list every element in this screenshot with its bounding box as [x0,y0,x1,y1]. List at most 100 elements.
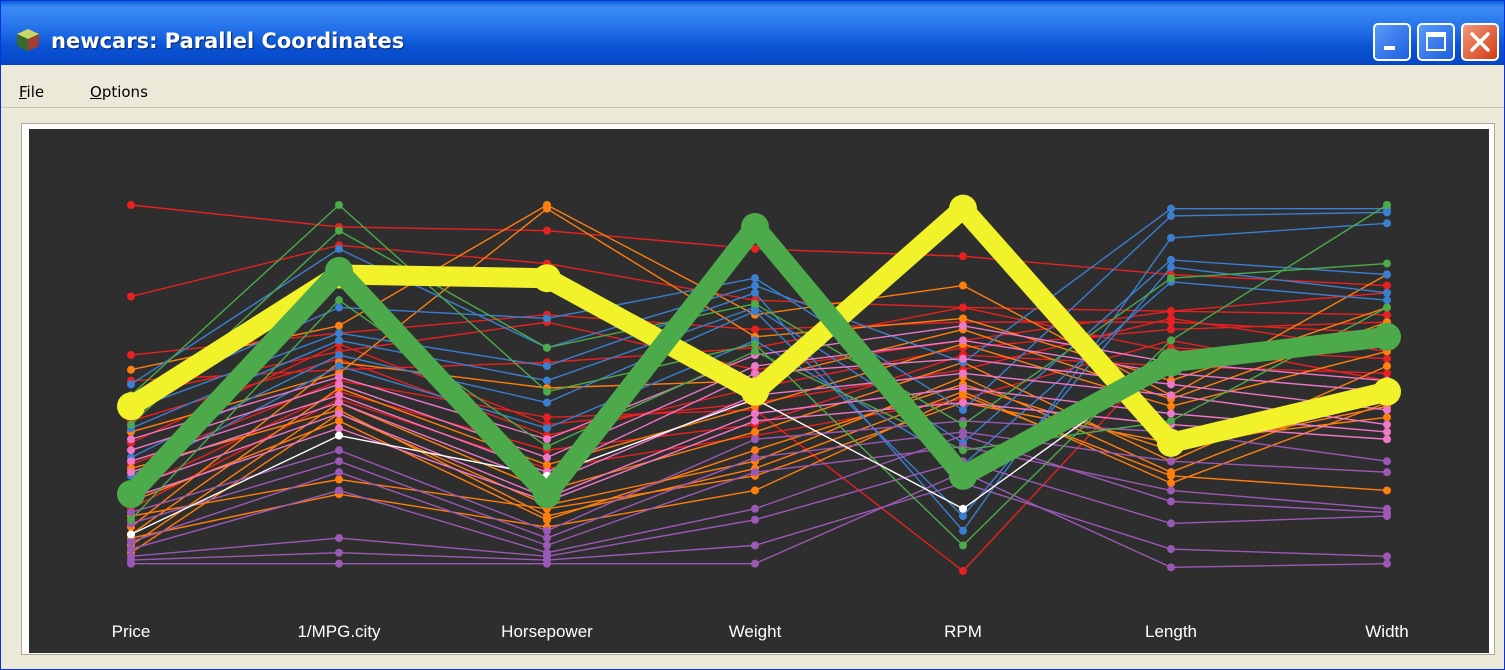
series-point-40-3[interactable] [751,299,759,308]
series-point-28-4[interactable] [959,354,967,363]
series-point-0-2[interactable] [543,226,551,235]
series-point-22-1[interactable] [335,329,343,338]
series-point-24-6[interactable] [1383,288,1391,297]
series-point-4-6[interactable] [1383,310,1391,319]
series-point-3-4[interactable] [959,303,967,312]
series-point-18-6[interactable] [1383,413,1391,422]
series-point-26-1[interactable] [335,373,343,382]
series-point-23-6[interactable] [1383,270,1391,279]
series-point-34-1[interactable] [335,468,343,477]
highlighted-point-1-2[interactable] [533,480,561,509]
series-point-31-1[interactable] [335,424,343,433]
series-point-41-6[interactable] [1383,303,1391,312]
series-point-32-1[interactable] [335,446,343,455]
series-point-22-2[interactable] [543,362,551,371]
highlighted-point-1-4[interactable] [949,461,977,490]
highlighted-point-0-5[interactable] [1157,428,1185,457]
series-point-37-3[interactable] [751,541,759,550]
series-point-40-6[interactable] [1383,259,1391,268]
series-point-25-2[interactable] [543,424,551,433]
series-point-37-1[interactable] [335,548,343,557]
series-point-24-3[interactable] [751,307,759,316]
series-point-16-5[interactable] [1167,479,1175,488]
series-point-38-0[interactable] [127,559,135,568]
highlighted-point-0-3[interactable] [741,377,769,406]
series-point-10-4[interactable] [959,281,967,290]
series-point-40-0[interactable] [127,420,135,429]
minimize-button[interactable] [1373,23,1411,61]
series-point-21-5[interactable] [1167,211,1175,220]
series-point-10-0[interactable] [127,365,135,374]
series-point-17-1[interactable] [335,416,343,425]
series-point-34-0[interactable] [127,537,135,546]
series-point-0-0[interactable] [127,201,135,209]
series-point-38-1[interactable] [335,559,343,568]
series-point-27-2[interactable] [543,453,551,462]
series-point-22-3[interactable] [751,288,759,297]
series-point-26-0[interactable] [127,435,135,444]
series-point-29-4[interactable] [959,369,967,378]
series-point-17-2[interactable] [543,515,551,524]
series-point-21-2[interactable] [543,314,551,323]
series-point-7-4[interactable] [959,567,967,575]
series-point-28-6[interactable] [1383,405,1391,414]
series-point-35-3[interactable] [751,504,759,513]
series-point-36-5[interactable] [1167,519,1175,528]
series-point-24-5[interactable] [1167,263,1175,272]
series-point-23-1[interactable] [335,336,343,345]
series-point-11-2[interactable] [543,204,551,213]
series-point-19-4[interactable] [959,391,967,400]
parallel-coordinates-plot[interactable]: Price 1/MPG.city Horsepower Weight RPM L… [29,129,1489,653]
series-point-30-4[interactable] [959,384,967,392]
series-point-29-5[interactable] [1167,391,1175,400]
series-point-41-0[interactable] [127,515,135,524]
series-point-13-5[interactable] [1167,402,1175,411]
maximize-button[interactable] [1417,23,1455,61]
series-point-34-2[interactable] [543,541,551,550]
series-point-39-3[interactable] [751,340,759,349]
series-point-33-6[interactable] [1383,468,1391,477]
series-point-2-3[interactable] [751,325,759,334]
series-point-40-4[interactable] [959,420,967,429]
series-point-41-5[interactable] [1167,416,1175,425]
highlighted-point-1-1[interactable] [325,256,353,285]
series-point-27-1[interactable] [335,380,343,389]
highlighted-point-1-6[interactable] [1373,322,1401,351]
series-point-1-0[interactable] [127,292,135,301]
series-point-36-6[interactable] [1383,512,1391,521]
series-point-20-0[interactable] [127,380,135,389]
menu-options[interactable]: Options [90,83,148,101]
series-point-21-4[interactable] [959,405,967,414]
series-point-13-2[interactable] [543,460,551,469]
series-point-17-3[interactable] [751,446,759,455]
series-point-8-6[interactable] [1383,369,1391,378]
series-point-37-6[interactable] [1383,552,1391,561]
series-point-38-3[interactable] [751,559,759,568]
series-point-39-5[interactable] [1167,336,1175,345]
series-point-25-6[interactable] [1383,296,1391,305]
parallel-coordinates-svg[interactable]: Price 1/MPG.city Horsepower Weight RPM L… [29,129,1489,653]
series-point-27-0[interactable] [127,446,135,455]
series-point-31-4[interactable] [959,398,967,407]
series-point-39-6[interactable] [1383,201,1391,209]
series-point-23-5[interactable] [1167,255,1175,264]
highlighted-point-0-0[interactable] [117,392,145,421]
series-point-30-6[interactable] [1383,427,1391,436]
series-point-39-4[interactable] [959,541,967,550]
series-point-6-5[interactable] [1167,314,1175,323]
series-point-39-1[interactable] [335,201,343,209]
series-point-28-0[interactable] [127,457,135,466]
series-point-25-1[interactable] [335,362,343,371]
series-point-22-4[interactable] [959,526,967,535]
series-point-26-2[interactable] [543,435,551,444]
series-point-30-1[interactable] [335,409,343,418]
menu-file[interactable]: File [19,83,44,101]
series-point-35-0[interactable] [127,545,135,554]
series-point-0-4[interactable] [959,252,967,261]
series-point-21-1[interactable] [335,303,343,312]
series-point-28-1[interactable] [335,391,343,400]
series-point-21-3[interactable] [751,274,759,283]
series-point-30-3[interactable] [751,409,759,418]
series-point-33-5[interactable] [1167,457,1175,466]
series-point-42-4[interactable] [959,504,967,513]
